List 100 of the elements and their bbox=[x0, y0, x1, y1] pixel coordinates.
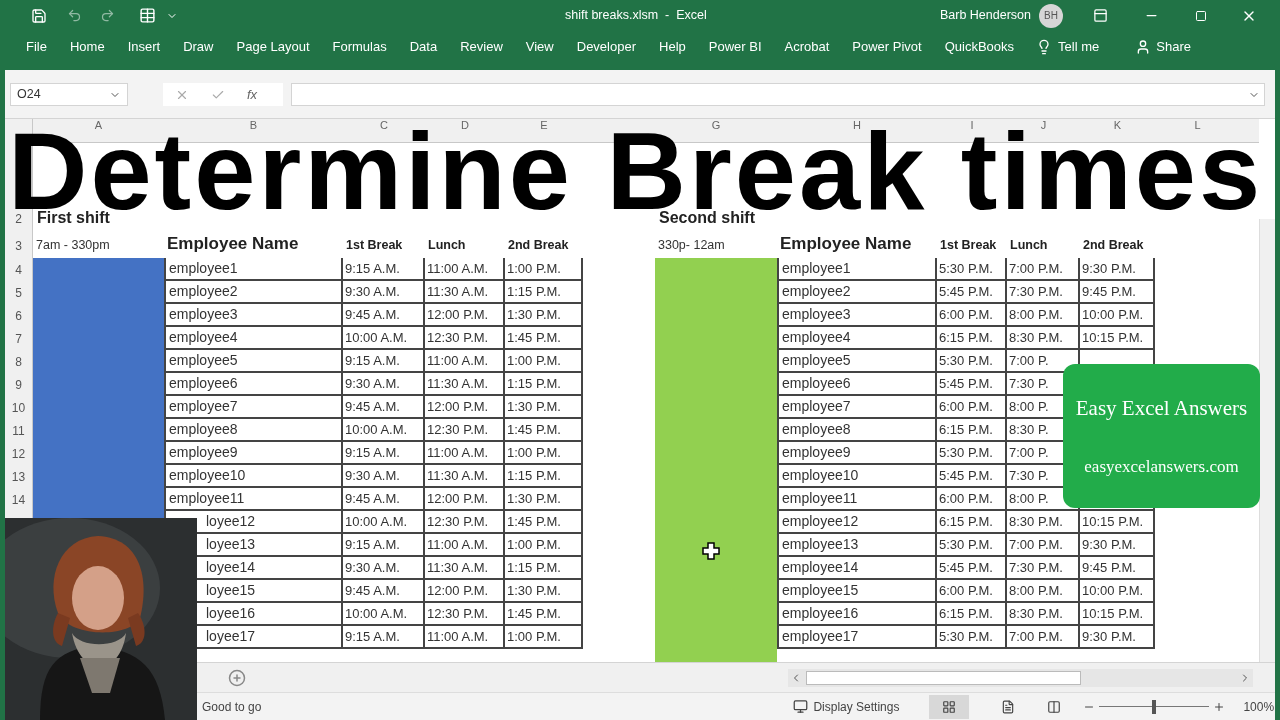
table-cell: 9:45 P.M. bbox=[1080, 557, 1155, 578]
row-number[interactable]: 7 bbox=[5, 327, 32, 350]
table-cell: 7:30 P.M. bbox=[1007, 557, 1080, 578]
row-number[interactable]: 12 bbox=[5, 442, 32, 465]
table-cell: employee7 bbox=[164, 396, 343, 417]
name-box[interactable]: O24 bbox=[10, 83, 128, 106]
table-cell: 1:30 P.M. bbox=[505, 396, 583, 417]
share-button[interactable]: Share bbox=[1156, 36, 1191, 57]
table-cell: 12:00 P.M. bbox=[425, 304, 505, 325]
normal-view-button[interactable] bbox=[929, 694, 970, 719]
row-number[interactable]: 13 bbox=[5, 465, 32, 488]
table-cell: 9:15 A.M. bbox=[343, 258, 425, 279]
page-break-icon[interactable] bbox=[1047, 699, 1062, 714]
ribbon-tab[interactable]: Power BI bbox=[708, 36, 762, 57]
ribbon-tab[interactable]: View bbox=[525, 36, 554, 57]
zoom-level[interactable]: 100% bbox=[1243, 697, 1275, 716]
zoom-slider-thumb[interactable] bbox=[1152, 699, 1157, 714]
cell-cursor-icon bbox=[702, 542, 720, 560]
row-number[interactable]: 10 bbox=[5, 396, 32, 419]
table-cell: employee1 bbox=[164, 258, 343, 279]
row-number[interactable]: 6 bbox=[5, 304, 32, 327]
row-number[interactable]: 4 bbox=[5, 258, 32, 281]
grid-icon bbox=[942, 699, 957, 714]
ribbon-tab[interactable]: QuickBooks bbox=[944, 36, 1015, 57]
table-cell: 1:00 P.M. bbox=[505, 534, 583, 555]
ribbon-tab[interactable]: Home bbox=[69, 36, 105, 57]
table-cell: 11:30 A.M. bbox=[425, 557, 505, 578]
table-cell: employee11 bbox=[777, 488, 937, 509]
ribbon-tab[interactable]: Help bbox=[659, 36, 686, 57]
table-cell: 11:30 A.M. bbox=[425, 465, 505, 486]
form-icon[interactable] bbox=[139, 7, 156, 24]
table-cell: 6:15 P.M. bbox=[937, 511, 1007, 532]
ribbon-tab[interactable]: Developer bbox=[576, 36, 636, 57]
maximize-icon[interactable] bbox=[1195, 9, 1207, 22]
zoom-slider[interactable] bbox=[1099, 699, 1210, 714]
column-heading: Employee Name bbox=[780, 233, 912, 253]
row-number[interactable]: 3 bbox=[5, 233, 32, 258]
table-cell: 5:30 P.M. bbox=[937, 626, 1007, 647]
add-sheet-icon[interactable] bbox=[228, 668, 246, 687]
ribbon-tab[interactable]: Acrobat bbox=[784, 36, 830, 57]
ribbon-tab[interactable]: Draw bbox=[183, 36, 214, 57]
table-cell: 9:30 A.M. bbox=[343, 557, 425, 578]
formula-input[interactable] bbox=[291, 83, 1265, 106]
vertical-scrollbar[interactable] bbox=[1259, 219, 1275, 662]
table-cell: 1:30 P.M. bbox=[505, 304, 583, 325]
column-heading: 1st Break bbox=[346, 238, 403, 252]
table-cell: 9:15 A.M. bbox=[343, 350, 425, 371]
table-cell: 12:30 P.M. bbox=[425, 327, 505, 348]
table-cell: 10:00 A.M. bbox=[343, 511, 425, 532]
zoom-in-icon[interactable] bbox=[1213, 700, 1226, 713]
ribbon-tab[interactable]: Data bbox=[409, 36, 438, 57]
table-cell: 9:30 P.M. bbox=[1080, 626, 1155, 647]
shift-title: Second shift bbox=[659, 209, 755, 228]
row-number[interactable]: 14 bbox=[5, 488, 32, 511]
display-settings-button[interactable]: Display Settings bbox=[813, 697, 900, 716]
ribbon-tab[interactable]: Page Layout bbox=[236, 36, 310, 57]
table-cell: employee8 bbox=[164, 419, 343, 440]
page-layout-icon[interactable] bbox=[1001, 699, 1016, 714]
table-cell: 9:30 P.M. bbox=[1080, 534, 1155, 555]
table-cell: 12:00 P.M. bbox=[425, 488, 505, 509]
save-icon[interactable] bbox=[31, 7, 47, 24]
table-cell: 10:15 P.M. bbox=[1080, 327, 1155, 348]
ribbon-tab[interactable]: File bbox=[26, 36, 47, 57]
table-cell: employee2 bbox=[777, 281, 937, 302]
table-cell: 1:15 P.M. bbox=[505, 373, 583, 394]
scrollbar-thumb[interactable] bbox=[806, 670, 1081, 685]
row-number[interactable]: 5 bbox=[5, 281, 32, 304]
horizontal-scrollbar[interactable] bbox=[788, 668, 1253, 687]
row-number[interactable]: 8 bbox=[5, 350, 32, 373]
table-cell: employee6 bbox=[777, 373, 937, 394]
table-cell: employee12 bbox=[777, 511, 937, 532]
ribbon-display-icon[interactable] bbox=[1093, 8, 1108, 23]
row-number[interactable]: 9 bbox=[5, 373, 32, 396]
table-cell: employee11 bbox=[164, 488, 343, 509]
table-cell: 11:00 A.M. bbox=[425, 534, 505, 555]
ribbon-tab[interactable]: Power Pivot bbox=[852, 36, 922, 57]
table-cell: 1:15 P.M. bbox=[505, 557, 583, 578]
row-number[interactable]: 11 bbox=[5, 419, 32, 442]
table-cell: 1:30 P.M. bbox=[505, 488, 583, 509]
status-text: Good to go bbox=[202, 698, 262, 716]
column-heading: Lunch bbox=[428, 238, 466, 252]
table-cell: employee8 bbox=[777, 419, 937, 440]
table-cell: 5:30 P.M. bbox=[937, 350, 1007, 371]
table-cell: 5:45 P.M. bbox=[937, 465, 1007, 486]
table-cell: employee3 bbox=[164, 304, 343, 325]
ribbon-tab[interactable]: Review bbox=[460, 36, 503, 57]
tell-me-button[interactable]: Tell me bbox=[1058, 36, 1100, 57]
ribbon-tab[interactable]: Insert bbox=[127, 36, 161, 57]
user-avatar[interactable]: BH bbox=[1039, 3, 1063, 28]
table-cell: 10:00 P.M. bbox=[1080, 580, 1155, 601]
ribbon-tab[interactable]: Formulas bbox=[332, 36, 387, 57]
table-cell: 9:45 A.M. bbox=[343, 396, 425, 417]
table-cell: 10:00 P.M. bbox=[1080, 304, 1155, 325]
table-cell: 8:30 P.M. bbox=[1007, 327, 1080, 348]
shift-hours: 7am - 330pm bbox=[36, 238, 110, 252]
table-cell: employee4 bbox=[777, 327, 937, 348]
function-button[interactable]: fx bbox=[247, 84, 258, 105]
table-cell: 1:00 P.M. bbox=[505, 350, 583, 371]
table-cell: 5:45 P.M. bbox=[937, 281, 1007, 302]
table-cell: 8:30 P.M. bbox=[1007, 511, 1080, 532]
